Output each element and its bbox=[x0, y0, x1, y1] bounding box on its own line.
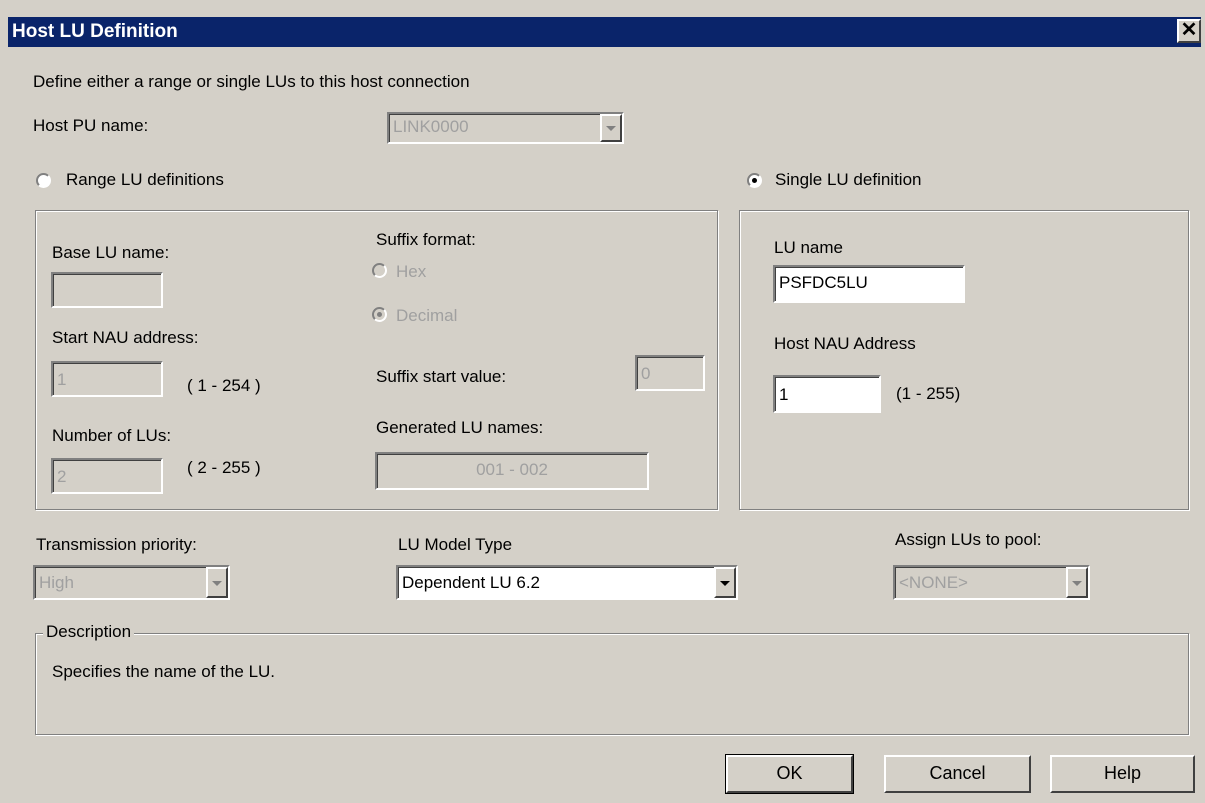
start-nau-value: 1 bbox=[57, 370, 67, 389]
transmission-priority-dropdown[interactable]: High bbox=[33, 565, 230, 600]
dialog-title: Host LU Definition bbox=[12, 21, 178, 42]
transmission-dropdown-button[interactable] bbox=[206, 567, 228, 598]
decimal-radio[interactable] bbox=[372, 307, 387, 322]
cancel-button[interactable]: Cancel bbox=[884, 755, 1031, 793]
num-lus-value: 2 bbox=[57, 467, 67, 486]
start-nau-input[interactable]: 1 bbox=[51, 361, 163, 397]
base-lu-input[interactable] bbox=[51, 272, 163, 308]
decimal-label: Decimal bbox=[396, 306, 458, 325]
radio-selected-dot bbox=[377, 312, 382, 317]
lu-model-type-value: Dependent LU 6.2 bbox=[402, 573, 540, 592]
suffix-start-label: Suffix start value: bbox=[376, 367, 507, 386]
lu-model-type-label: LU Model Type bbox=[398, 535, 513, 554]
pool-dropdown-button[interactable] bbox=[1066, 567, 1088, 598]
chevron-down-icon bbox=[720, 580, 730, 586]
single-lu-label: Single LU definition bbox=[775, 170, 922, 189]
single-lu-radio[interactable] bbox=[747, 173, 762, 188]
host-nau-value: 1 bbox=[779, 385, 789, 404]
host-pu-dropdown-button[interactable] bbox=[600, 114, 622, 142]
hex-label: Hex bbox=[396, 262, 427, 281]
assign-pool-label: Assign LUs to pool: bbox=[895, 530, 1042, 549]
range-lu-label: Range LU definitions bbox=[66, 170, 224, 189]
start-nau-range: ( 1 - 254 ) bbox=[187, 376, 261, 395]
num-lus-label: Number of LUs: bbox=[52, 426, 172, 445]
intro-text: Define either a range or single LUs to t… bbox=[33, 72, 470, 91]
ok-button[interactable]: OK bbox=[725, 754, 854, 794]
description-group bbox=[35, 633, 1189, 735]
generated-lu-value: 001 - 002 bbox=[476, 460, 548, 479]
host-nau-input[interactable]: 1 bbox=[773, 375, 881, 413]
host-nau-range: (1 - 255) bbox=[896, 384, 961, 403]
start-nau-label: Start NAU address: bbox=[52, 328, 199, 347]
chevron-down-icon bbox=[212, 580, 222, 586]
base-lu-label: Base LU name: bbox=[52, 243, 170, 262]
num-lus-range: ( 2 - 255 ) bbox=[187, 458, 261, 477]
close-button[interactable]: ✕ bbox=[1177, 19, 1201, 43]
host-pu-label: Host PU name: bbox=[33, 116, 149, 135]
radio-selected-dot bbox=[752, 178, 757, 183]
num-lus-input[interactable]: 2 bbox=[51, 458, 163, 494]
hex-radio[interactable] bbox=[372, 263, 387, 278]
lu-name-input[interactable]: PSFDC5LU bbox=[773, 265, 965, 303]
assign-pool-value: <NONE> bbox=[899, 573, 968, 592]
description-legend: Description bbox=[43, 622, 135, 642]
lu-model-type-dropdown[interactable]: Dependent LU 6.2 bbox=[396, 565, 738, 600]
help-button[interactable]: Help bbox=[1050, 755, 1195, 793]
host-pu-dropdown[interactable]: LINK0000 bbox=[387, 112, 624, 144]
transmission-priority-value: High bbox=[39, 573, 74, 592]
host-lu-definition-dialog: Host LU Definition ✕ Define either a ran… bbox=[0, 0, 1205, 803]
generated-lu-label: Generated LU names: bbox=[376, 418, 544, 437]
close-icon: ✕ bbox=[1180, 19, 1198, 41]
host-nau-label: Host NAU Address bbox=[774, 334, 916, 353]
chevron-down-icon bbox=[1072, 580, 1082, 586]
range-lu-radio[interactable] bbox=[36, 173, 51, 188]
lu-name-value: PSFDC5LU bbox=[779, 273, 868, 292]
suffix-start-input[interactable]: 0 bbox=[635, 355, 705, 391]
suffix-format-label: Suffix format: bbox=[376, 230, 476, 249]
description-text: Specifies the name of the LU. bbox=[52, 662, 276, 681]
generated-lu-field: 001 - 002 bbox=[375, 452, 649, 490]
lu-model-dropdown-button[interactable] bbox=[714, 567, 736, 598]
suffix-start-value: 0 bbox=[641, 364, 651, 383]
host-pu-value: LINK0000 bbox=[393, 117, 469, 136]
title-bar: Host LU Definition ✕ bbox=[8, 17, 1201, 47]
transmission-priority-label: Transmission priority: bbox=[36, 535, 197, 554]
lu-name-label: LU name bbox=[774, 238, 843, 257]
chevron-down-icon bbox=[606, 126, 616, 131]
assign-pool-dropdown[interactable]: <NONE> bbox=[893, 565, 1090, 600]
